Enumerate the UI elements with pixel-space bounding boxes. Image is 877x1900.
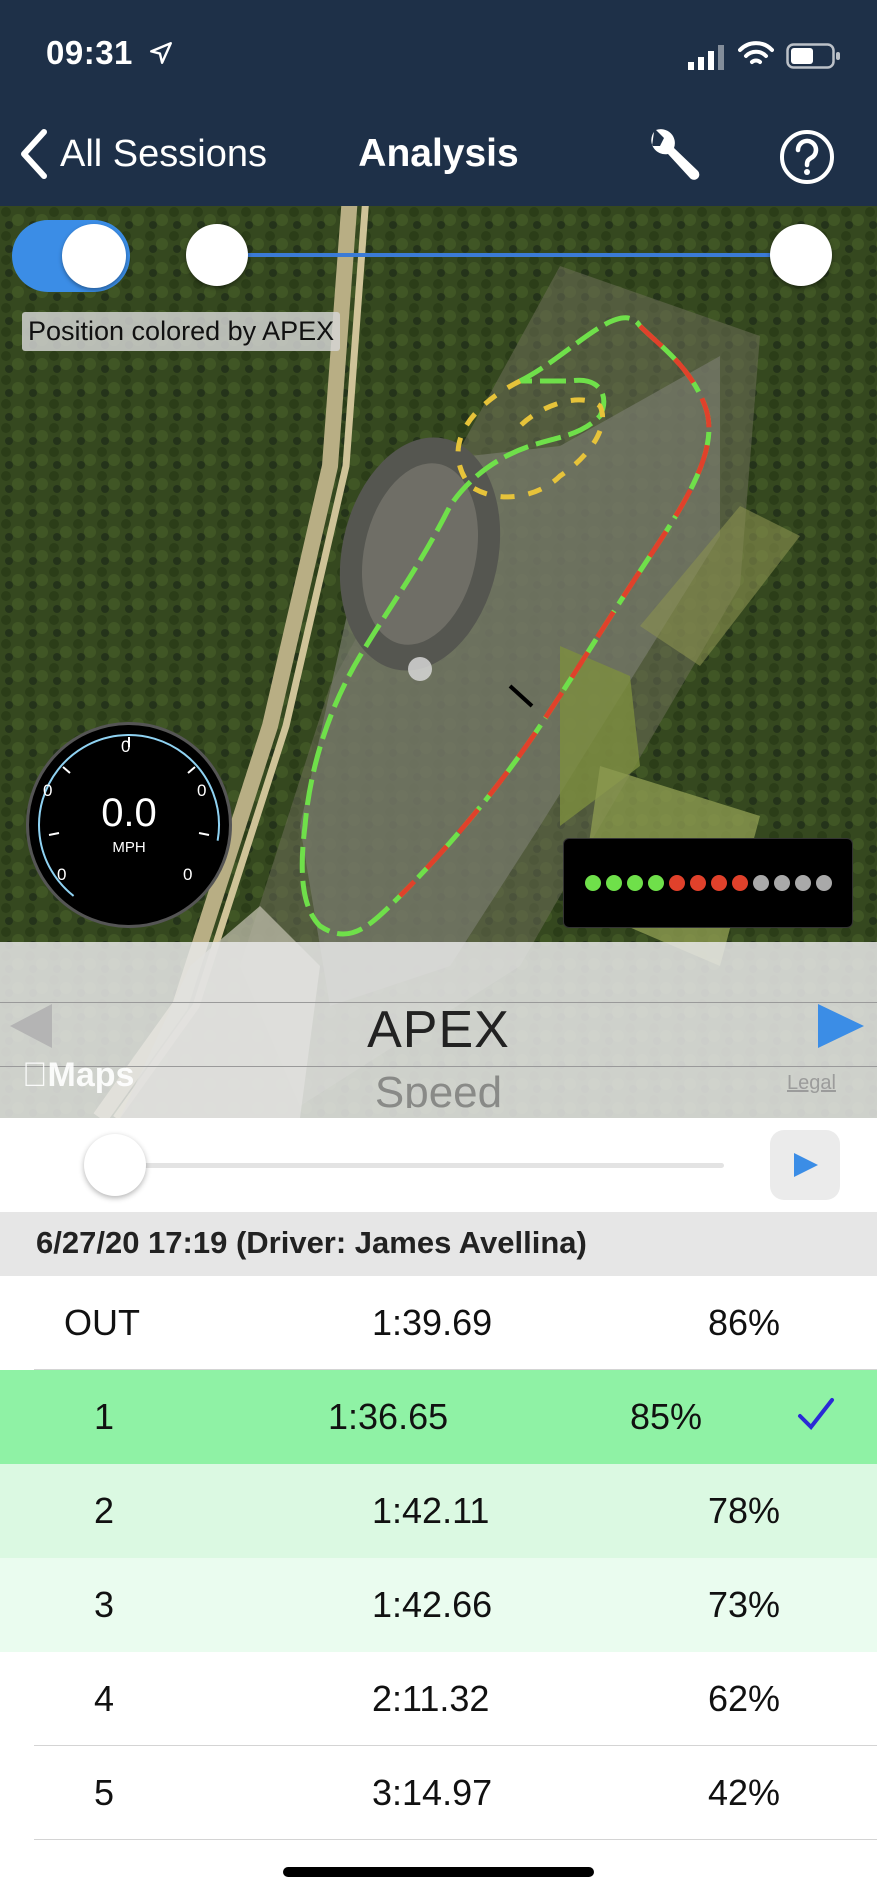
- scrubber-track[interactable]: [112, 1163, 724, 1168]
- gauge-tick-label: 0: [57, 865, 67, 884]
- session-header-text: 6/27/20 17:19 (Driver: James Avellina): [36, 1225, 587, 1260]
- track-map[interactable]: Position colored by APEX 0 0 0 0 0 0.0 M…: [0, 206, 877, 1118]
- range-slider-track: [215, 253, 800, 257]
- color-toggle[interactable]: [12, 220, 130, 292]
- apple-maps-logo: Maps: [22, 1056, 134, 1095]
- lap-apex-score: 42%: [708, 1772, 781, 1813]
- lap-row[interactable]: 5 3:14.97 42%: [0, 1746, 877, 1840]
- lap-number: OUT: [64, 1302, 140, 1343]
- navigation-bar: 09:31 All Sessions Analysis: [0, 0, 877, 206]
- range-end-handle[interactable]: [770, 224, 832, 286]
- wrench-icon[interactable]: [640, 124, 706, 190]
- location-arrow-icon: [150, 42, 172, 64]
- legend-dot: [647, 875, 664, 891]
- lap-number: 5: [94, 1772, 115, 1813]
- help-icon[interactable]: [778, 128, 836, 186]
- legend-dot: [752, 875, 769, 891]
- lap-apex-score: 86%: [708, 1302, 781, 1343]
- legend-dot: [668, 875, 685, 891]
- row-divider: [34, 1839, 877, 1840]
- maps-brand-text: Maps: [22, 1056, 135, 1094]
- lap-list: OUT 1:39.69 86% 1 1:36.65 85% 2 1:42.11 78% 3 1:42…: [0, 1276, 877, 1840]
- lap-apex-score: 78%: [708, 1490, 781, 1531]
- speed-gauge: 0 0 0 0 0 0.0 MPH: [26, 722, 232, 928]
- lap-apex-score: 85%: [630, 1396, 703, 1437]
- lap-number: 3: [94, 1584, 115, 1625]
- legend-dot: [626, 875, 643, 891]
- legal-link[interactable]: Legal: [787, 1072, 836, 1095]
- playback-scrubber: [0, 1118, 877, 1212]
- scrubber-handle[interactable]: [84, 1134, 146, 1196]
- lap-row[interactable]: OUT 1:39.69 86%: [0, 1276, 877, 1370]
- picker-selected-metric: APEX: [367, 1001, 510, 1059]
- page-title: Analysis: [358, 132, 519, 175]
- legend-dot: [584, 875, 601, 891]
- legend-dot: [689, 875, 706, 891]
- battery-icon: [786, 43, 840, 69]
- legend-dot: [773, 875, 790, 891]
- lap-apex-score: 62%: [708, 1678, 781, 1719]
- lap-row[interactable]: 4 2:11.32 62%: [0, 1652, 877, 1746]
- legend-dot: [815, 875, 832, 891]
- wifi-icon: [738, 41, 774, 64]
- color-scale-legend: [563, 838, 853, 928]
- lap-row[interactable]: 2 1:42.11 78%: [0, 1464, 877, 1558]
- speed-unit: MPH: [112, 839, 146, 856]
- range-start-handle[interactable]: [186, 224, 248, 286]
- legend-dot: [794, 875, 811, 891]
- lap-time: 3:14.97: [372, 1772, 493, 1813]
- checkmark-icon: [798, 1398, 834, 1431]
- gauge-tick-label: 0: [121, 737, 131, 756]
- session-header: 6/27/20 17:19 (Driver: James Avellina): [0, 1212, 877, 1276]
- lap-row[interactable]: 1 1:36.65 85%: [0, 1370, 877, 1464]
- lap-number: 1: [94, 1396, 115, 1437]
- lap-number: 4: [94, 1678, 115, 1719]
- position-color-label: Position colored by APEX: [22, 312, 341, 351]
- lap-number: 2: [94, 1490, 115, 1531]
- home-indicator[interactable]: [283, 1867, 594, 1877]
- lap-time: 2:11.32: [372, 1678, 490, 1719]
- lap-time: 1:42.11: [372, 1490, 490, 1531]
- status-time: 09:31: [46, 34, 133, 71]
- legend-dot: [605, 875, 622, 891]
- toggle-knob: [62, 224, 126, 288]
- play-button[interactable]: [770, 1130, 840, 1200]
- lap-time: 1:39.69: [372, 1302, 493, 1343]
- lap-time: 1:42.66: [372, 1584, 493, 1625]
- legend-dot: [710, 875, 727, 891]
- lap-time: 1:36.65: [328, 1396, 449, 1437]
- cellular-signal-icon: [688, 45, 724, 70]
- gauge-tick-label: 0: [183, 865, 193, 884]
- lap-apex-score: 73%: [708, 1584, 781, 1625]
- lap-row[interactable]: 3 1:42.66 73%: [0, 1558, 877, 1652]
- speed-value: 0.0: [101, 791, 157, 835]
- picker-next-button[interactable]: [818, 1004, 864, 1048]
- legend-dot: [731, 875, 748, 891]
